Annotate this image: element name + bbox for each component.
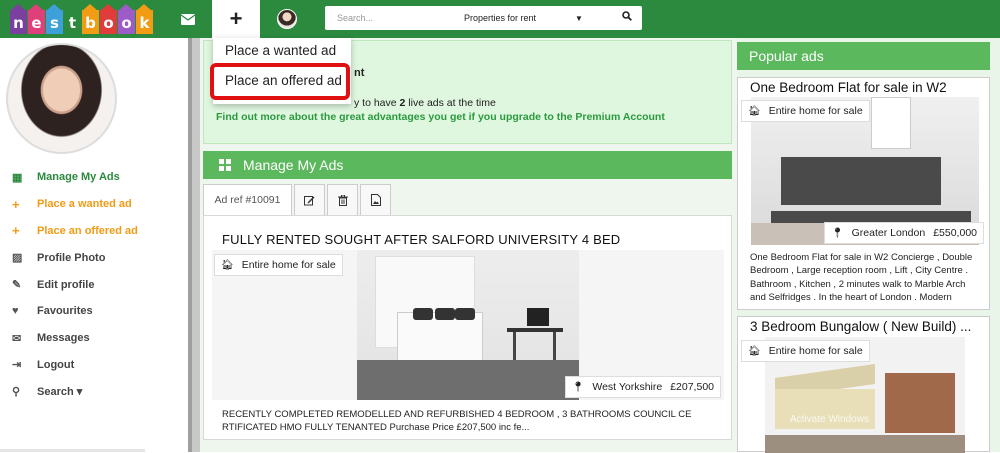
- place-ad-button[interactable]: +: [212, 0, 260, 38]
- property-type-label: Entire home for sale: [241, 259, 336, 271]
- dropdown-item-wanted-ad[interactable]: Place a wanted ad: [225, 43, 336, 58]
- chevron-down-icon: ▼: [575, 13, 583, 23]
- plus-icon: +: [229, 6, 243, 31]
- plus-icon: +: [12, 196, 20, 212]
- search-icon: ⚲: [12, 386, 21, 399]
- delete-ad-button[interactable]: [327, 184, 358, 215]
- logo-letter: s: [46, 4, 63, 34]
- manage-ads-title: Manage My Ads: [243, 157, 344, 173]
- sidebar-item-place-offered-ad[interactable]: + Place an offered ad: [12, 218, 182, 245]
- edit-ad-button[interactable]: [294, 184, 325, 215]
- logo-letter: b: [82, 4, 99, 34]
- logo-letter: n: [10, 4, 27, 34]
- heart-icon: ♥: [12, 305, 19, 318]
- image-icon: ▨: [12, 252, 23, 265]
- location-price-badge: 📍︎ West Yorkshire £207,500: [564, 376, 721, 398]
- profile-photo[interactable]: [6, 43, 117, 154]
- logo-letter: o: [118, 4, 135, 34]
- popular-ad-title[interactable]: One Bedroom Flat for sale in W2: [750, 80, 986, 95]
- popular-ad-card[interactable]: One Bedroom Flat for sale in W2 🏠︎ Entir…: [737, 77, 990, 310]
- logo-letter: k: [136, 4, 153, 34]
- location-label: Greater London: [851, 227, 926, 239]
- logo-letter: t: [64, 4, 81, 34]
- image-file-icon: [370, 194, 381, 206]
- envelope-icon: ✉: [12, 332, 22, 345]
- upgrade-link[interactable]: Find out more about the great advantages…: [216, 111, 665, 123]
- popular-ads-header: Popular ads: [737, 42, 990, 70]
- sidebar-item-profile-photo[interactable]: ▨ Profile Photo: [12, 244, 182, 271]
- manage-ads-header: Manage My Ads: [203, 151, 732, 179]
- sidebar-item-label: Profile Photo: [37, 251, 106, 264]
- edit-icon: ✎: [12, 279, 22, 292]
- edit-icon: [304, 195, 315, 205]
- grid-icon: [219, 159, 231, 171]
- logout-icon: ⇥: [12, 359, 22, 372]
- sidebar-item-label: Edit profile: [37, 278, 95, 291]
- sidebar-item-label: Favourites: [37, 305, 93, 318]
- sidebar-item-edit-profile[interactable]: ✎ Edit profile: [12, 271, 182, 298]
- sidebar-nav: ▦ Manage My Ads + Place a wanted ad + Pl…: [12, 164, 182, 405]
- plus-icon: +: [12, 223, 20, 239]
- logo-letter: o: [100, 4, 117, 34]
- property-type-label: Entire home for sale: [768, 105, 863, 117]
- popular-ad-card[interactable]: 3 Bedroom Bungalow ( New Build) ... 🏠︎ E…: [737, 316, 990, 453]
- property-type-badge: 🏠︎ Entire home for sale: [214, 254, 343, 276]
- sidebar-item-label: Place an offered ad: [37, 224, 138, 237]
- sidebar-item-messages[interactable]: ✉ Messages: [12, 325, 182, 352]
- envelope-icon: [181, 13, 195, 25]
- ad-photos-button[interactable]: [360, 184, 391, 215]
- sidebar-item-manage-my-ads[interactable]: ▦ Manage My Ads: [12, 164, 182, 191]
- property-type-badge: 🏠︎ Entire home for sale: [741, 340, 870, 362]
- sidebar-item-logout[interactable]: ⇥ Logout: [12, 352, 182, 379]
- map-pin-icon: 📍︎: [571, 381, 585, 393]
- nestbook-logo[interactable]: nestbook: [10, 4, 154, 34]
- search-category-select[interactable]: Properties for rent: [435, 13, 565, 23]
- sidebar-item-label: Search ▾: [37, 386, 83, 399]
- logo-letter: e: [28, 4, 45, 34]
- ad-card: FULLY RENTED SOUGHT AFTER SALFORD UNIVER…: [203, 215, 732, 440]
- price-label: £207,500: [670, 381, 714, 393]
- price-label: £550,000: [933, 227, 977, 239]
- ad-tabs: Ad ref #10091: [203, 184, 393, 215]
- home-icon: 🏠︎: [748, 105, 761, 117]
- search-icon[interactable]: [622, 11, 632, 21]
- top-navbar: nestbook + Search... Properties for rent…: [0, 0, 1000, 38]
- sidebar-item-label: Logout: [37, 358, 75, 371]
- sidebar-item-search[interactable]: ⚲ Search ▾: [12, 378, 182, 405]
- map-pin-icon: 📍︎: [830, 227, 844, 239]
- sidebar-item-place-wanted-ad[interactable]: + Place a wanted ad: [12, 191, 182, 218]
- user-menu-button[interactable]: [272, 0, 302, 38]
- bedroom-photo: [357, 250, 579, 400]
- sidebar-scrollbar[interactable]: [188, 38, 200, 452]
- sidebar-item-label: Messages: [37, 332, 90, 345]
- property-type-badge: 🏠︎ Entire home for sale: [741, 100, 870, 122]
- popular-ad-description: One Bedroom Flat for sale in W2 Concierg…: [750, 252, 973, 304]
- popular-ad-title[interactable]: 3 Bedroom Bungalow ( New Build) ...: [750, 319, 986, 334]
- sidebar-item-label: Manage My Ads: [37, 171, 120, 184]
- location-label: West Yorkshire: [592, 381, 663, 393]
- messages-nav-button[interactable]: [170, 0, 206, 38]
- tab-ad-ref[interactable]: Ad ref #10091: [203, 184, 292, 215]
- info-ad-limit: y to have 2 live ads at the time: [354, 97, 496, 109]
- sidebar: ▦ Manage My Ads + Place a wanted ad + Pl…: [0, 38, 188, 452]
- home-icon: 🏠︎: [221, 259, 234, 271]
- trash-icon: [337, 194, 348, 206]
- location-price-badge: 📍︎ Greater London £550,000: [823, 222, 984, 244]
- activate-windows-watermark: Activate Windows: [790, 414, 869, 425]
- grid-icon: ▦: [12, 171, 23, 184]
- highlight-box: [210, 63, 350, 100]
- sidebar-item-favourites[interactable]: ♥ Favourites: [12, 298, 182, 325]
- search-input[interactable]: Search...: [325, 13, 435, 23]
- property-type-label: Entire home for sale: [768, 345, 863, 357]
- ad-photo[interactable]: 🏠︎ Entire home for sale 📍︎ West Yorkshir…: [212, 250, 724, 400]
- ad-title[interactable]: FULLY RENTED SOUGHT AFTER SALFORD UNIVER…: [222, 232, 620, 247]
- avatar: [277, 9, 297, 29]
- search-bar: Search... Properties for rent ▼: [325, 6, 642, 30]
- sidebar-item-label: Place a wanted ad: [37, 198, 132, 211]
- ad-description: RECENTLY COMPLETED REMODELLED AND REFURB…: [222, 409, 692, 433]
- info-title: nt: [354, 67, 365, 79]
- home-icon: 🏠︎: [748, 345, 761, 357]
